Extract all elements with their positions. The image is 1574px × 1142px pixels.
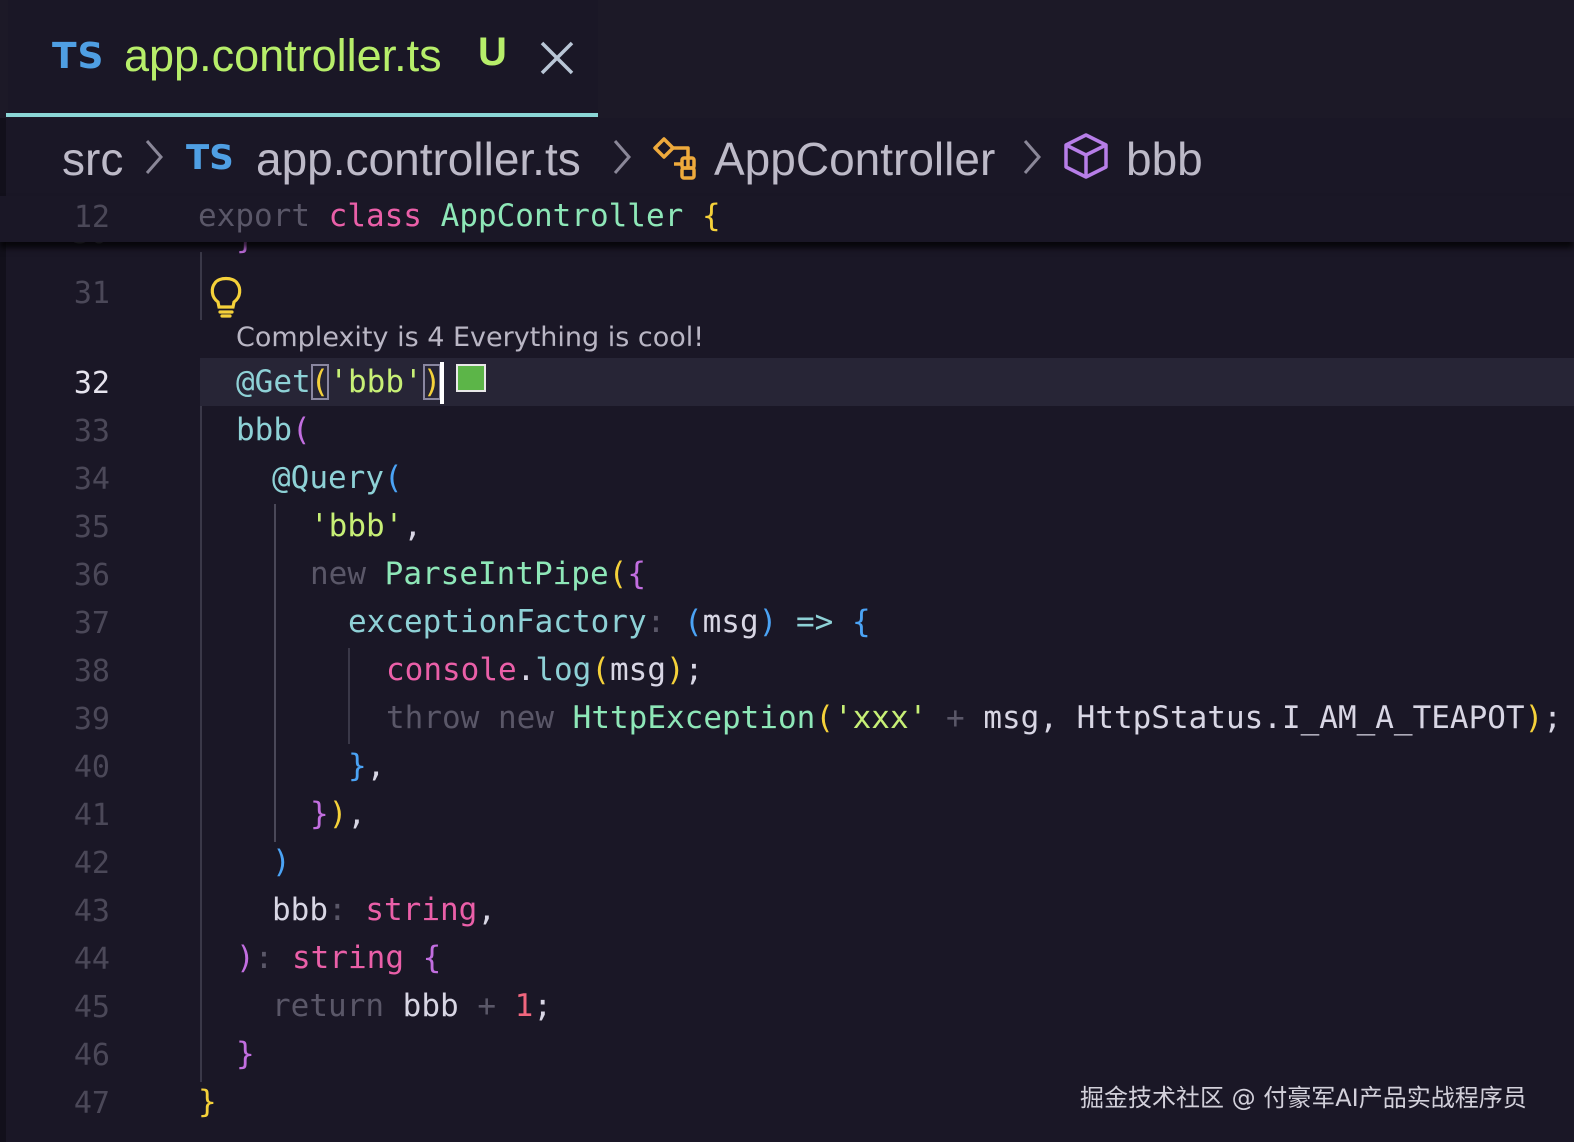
line-number: 43 [73, 894, 110, 929]
code-line: bbb: string, [272, 892, 496, 928]
code-line: @Query( [272, 460, 403, 496]
code-line: }, [348, 748, 386, 784]
code-line: console.log(msg); [386, 652, 704, 688]
line-number: 34 [73, 462, 110, 497]
code-line: ) [272, 844, 291, 880]
indent-guide [348, 648, 350, 744]
line-number: 41 [73, 798, 110, 833]
code-line: }), [310, 796, 367, 832]
code-line: @Get('bbb') [236, 364, 442, 400]
code-line: exceptionFactory: (msg) => { [348, 604, 871, 640]
code-line: 'bbb', [310, 508, 422, 544]
code-line: } [236, 1036, 255, 1072]
code-line: export class AppController { [198, 198, 721, 234]
line-number: 36 [73, 558, 110, 593]
line-number: 37 [73, 606, 110, 641]
bracket-match-highlight: ) [422, 364, 442, 400]
line-number: 46 [73, 1038, 110, 1073]
clipped-brace: } [236, 240, 250, 258]
sticky-scroll-header[interactable]: 12 export class AppController { [0, 196, 1574, 242]
line-number: 42 [73, 846, 110, 881]
code-line: new ParseIntPipe({ [310, 556, 646, 592]
bracket-match-highlight: ( [310, 364, 330, 400]
line-number: 44 [73, 942, 110, 977]
line-number: 35 [73, 510, 110, 545]
line-number: 39 [73, 702, 110, 737]
watermark-text: 掘金技术社区 @ 付豪军AI产品实战程序员 [1080, 1084, 1527, 1112]
code-editor[interactable]: 30 } 31 32 33 34 35 36 37 38 39 40 41 42… [0, 0, 1574, 1142]
indent-guide [200, 252, 202, 320]
code-line: throw new HttpException('xxx' + msg, Htt… [386, 700, 1562, 736]
code-line: } [198, 1084, 217, 1120]
code-line: return bbb + 1; [272, 988, 553, 1024]
line-number: 38 [73, 654, 110, 689]
line-number: 12 [73, 200, 110, 235]
line-number: 45 [73, 990, 110, 1025]
line-number: 31 [73, 276, 110, 311]
complexity-code-lens[interactable]: Complexity is 4 Everything is cool! [236, 322, 704, 353]
indent-guide [200, 406, 202, 1082]
indent-guide [274, 504, 276, 842]
code-line: bbb( [236, 412, 311, 448]
line-number: 32 [73, 366, 110, 401]
line-number: 47 [73, 1086, 110, 1121]
lightbulb-icon[interactable] [206, 274, 246, 318]
code-line: ): string { [236, 940, 442, 976]
line-number: 40 [73, 750, 110, 785]
color-swatch[interactable] [456, 364, 486, 392]
text-cursor [440, 362, 444, 404]
line-number: 33 [73, 414, 110, 449]
